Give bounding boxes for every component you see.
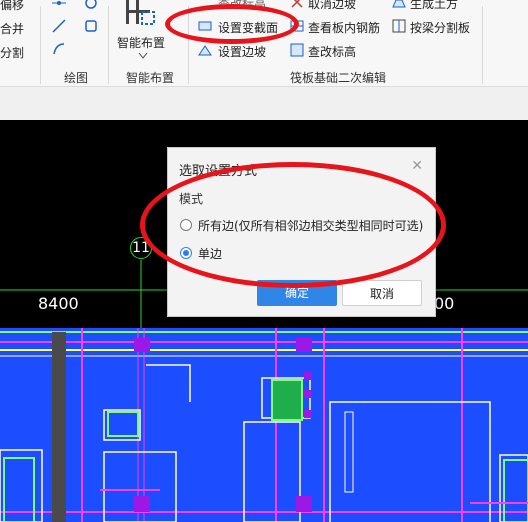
- draw-group-label: 绘图: [64, 71, 89, 85]
- select-method-dialog: 选取设置方式 ✕ 模式 所有边(仅所有相邻边相交类型相同时可选) 单边 确定 取…: [167, 147, 436, 317]
- split-by-beam-icon[interactable]: [392, 19, 406, 33]
- cancel-slope-button[interactable]: 取消边坡: [308, 0, 356, 12]
- separator: [108, 6, 109, 84]
- slope-icon[interactable]: [198, 43, 212, 57]
- dimension-left: 8400: [38, 294, 79, 313]
- cancel-slope-icon[interactable]: [290, 0, 304, 9]
- set-variable-section-button[interactable]: 设置变截面: [218, 19, 278, 36]
- close-icon[interactable]: ✕: [411, 158, 423, 174]
- arc-icon[interactable]: [52, 42, 66, 56]
- single-edge-label[interactable]: 单边: [198, 245, 222, 262]
- all-edges-label[interactable]: 所有边(仅所有相邻边相交类型相同时可选): [198, 217, 423, 234]
- axis-bubble: 11: [130, 237, 152, 259]
- dialog-title: 选取设置方式: [179, 164, 258, 179]
- earthwork-icon[interactable]: [392, 0, 406, 9]
- cancel-button[interactable]: 取消: [342, 280, 422, 306]
- set-slope-button[interactable]: 设置边坡: [218, 43, 266, 60]
- top-cut-item[interactable]: 查改标高: [218, 0, 266, 12]
- rectangle-icon[interactable]: [84, 19, 98, 33]
- split-by-beam-button[interactable]: 按梁分割板: [410, 19, 470, 36]
- rebar-icon[interactable]: [290, 19, 304, 33]
- merge-item[interactable]: 合并: [0, 20, 24, 37]
- line-icon[interactable]: [52, 19, 66, 33]
- elevation-icon[interactable]: [290, 43, 304, 57]
- dimension-right: 00: [434, 294, 455, 313]
- raft-edit-group-label: 筏板基础二次编辑: [290, 71, 387, 85]
- split-item[interactable]: 分割: [0, 44, 24, 61]
- axis-number: 11: [132, 240, 150, 256]
- all-edges-radio[interactable]: [180, 219, 192, 231]
- ribbon-toolbar: 偏移 合并 分割 绘图 智能布置 智能布置 查改标高 设置变截面 设置边坡 取消…: [0, 0, 528, 87]
- smart-layout-button[interactable]: 智能布置: [117, 34, 165, 51]
- smart-layout-icon[interactable]: [124, 0, 156, 26]
- offset-item[interactable]: 偏移: [0, 0, 24, 13]
- separator: [188, 6, 189, 84]
- generate-earthwork-button[interactable]: 生成土方: [410, 0, 458, 12]
- view-rebar-button[interactable]: 查看板内钢筋: [308, 19, 380, 36]
- smart-layout-group-label: 智能布置: [126, 71, 175, 85]
- variable-section-icon[interactable]: [198, 19, 212, 33]
- separator: [40, 6, 41, 84]
- single-edge-radio[interactable]: [180, 247, 192, 259]
- toolbar-strip: [0, 87, 528, 120]
- edit-elevation-button[interactable]: 查改标高: [308, 43, 356, 60]
- chevron-down-icon[interactable]: [138, 52, 148, 60]
- circle-icon[interactable]: [84, 0, 98, 10]
- ok-button[interactable]: 确定: [257, 280, 337, 306]
- mode-section-label: 模式: [179, 192, 204, 206]
- point-icon[interactable]: [52, 0, 66, 10]
- separator: [482, 6, 483, 84]
